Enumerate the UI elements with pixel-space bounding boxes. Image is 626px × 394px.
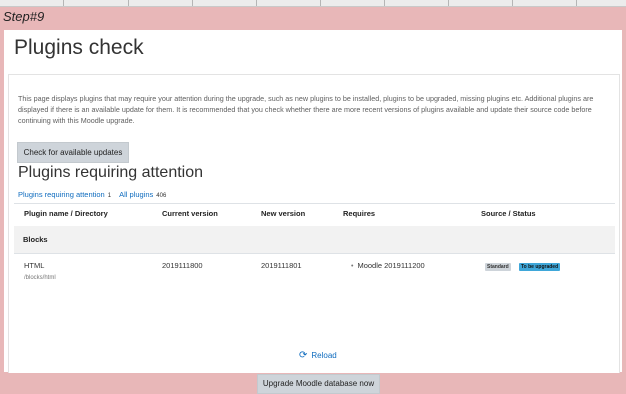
check-updates-button[interactable]: Check for available updates bbox=[17, 142, 129, 163]
step-label: Step#9 bbox=[3, 9, 45, 24]
plugin-directory: /blocks/html bbox=[24, 275, 56, 281]
plugin-name: HTML bbox=[24, 261, 45, 270]
page-frame: Plugins check This page displays plugins… bbox=[4, 30, 622, 394]
group-label: Blocks bbox=[23, 235, 48, 244]
strip-divider bbox=[128, 0, 129, 6]
strip-divider bbox=[256, 0, 257, 6]
col-header-requires: Requires bbox=[343, 209, 376, 218]
plugin-filters: Plugins requiring attention 1 All plugins 4… bbox=[18, 190, 174, 199]
upgrade-database-button[interactable]: Upgrade Moodle database now bbox=[257, 374, 380, 394]
table-top-rule bbox=[14, 203, 615, 204]
col-header-plugin-name: Plugin name / Directory bbox=[24, 209, 108, 218]
current-version: 2019111800 bbox=[162, 261, 203, 270]
section-title: Plugins requiring attention bbox=[18, 164, 204, 181]
status-badge-upgrade: To be upgraded bbox=[519, 263, 561, 271]
requires-text: Moodle 2019111200 bbox=[357, 261, 425, 270]
status-badge-standard: Standard bbox=[485, 263, 511, 271]
strip-divider bbox=[576, 0, 577, 6]
filter-count-all: 406 bbox=[156, 193, 167, 199]
main-content: This page displays plugins that may requ… bbox=[8, 74, 620, 394]
filter-link-all[interactable]: All plugins bbox=[119, 190, 153, 199]
refresh-icon: ⟳ bbox=[299, 350, 308, 361]
strip-divider bbox=[192, 0, 193, 6]
requires-item: • Moodle 2019111200 bbox=[351, 261, 425, 270]
page-title: Plugins check bbox=[14, 36, 144, 59]
strip-divider bbox=[63, 0, 64, 6]
strip-divider bbox=[320, 0, 321, 6]
col-header-new-version: New version bbox=[261, 209, 306, 218]
bullet-icon: • bbox=[351, 263, 354, 270]
strip-divider bbox=[512, 0, 513, 6]
top-strip bbox=[0, 0, 626, 7]
intro-text: This page displays plugins that may requ… bbox=[18, 94, 594, 125]
col-header-source-status: Source / Status bbox=[481, 209, 536, 218]
col-header-current-version: Current version bbox=[162, 209, 218, 218]
table-group-row: Blocks bbox=[14, 226, 615, 254]
filter-count-attention: 1 bbox=[107, 193, 112, 199]
filter-link-attention[interactable]: Plugins requiring attention bbox=[18, 190, 105, 199]
strip-divider bbox=[384, 0, 385, 6]
new-version: 2019111801 bbox=[261, 261, 302, 270]
reload-link[interactable]: ⟳ Reload bbox=[299, 350, 337, 361]
reload-label: Reload bbox=[311, 351, 337, 360]
strip-divider bbox=[448, 0, 449, 6]
